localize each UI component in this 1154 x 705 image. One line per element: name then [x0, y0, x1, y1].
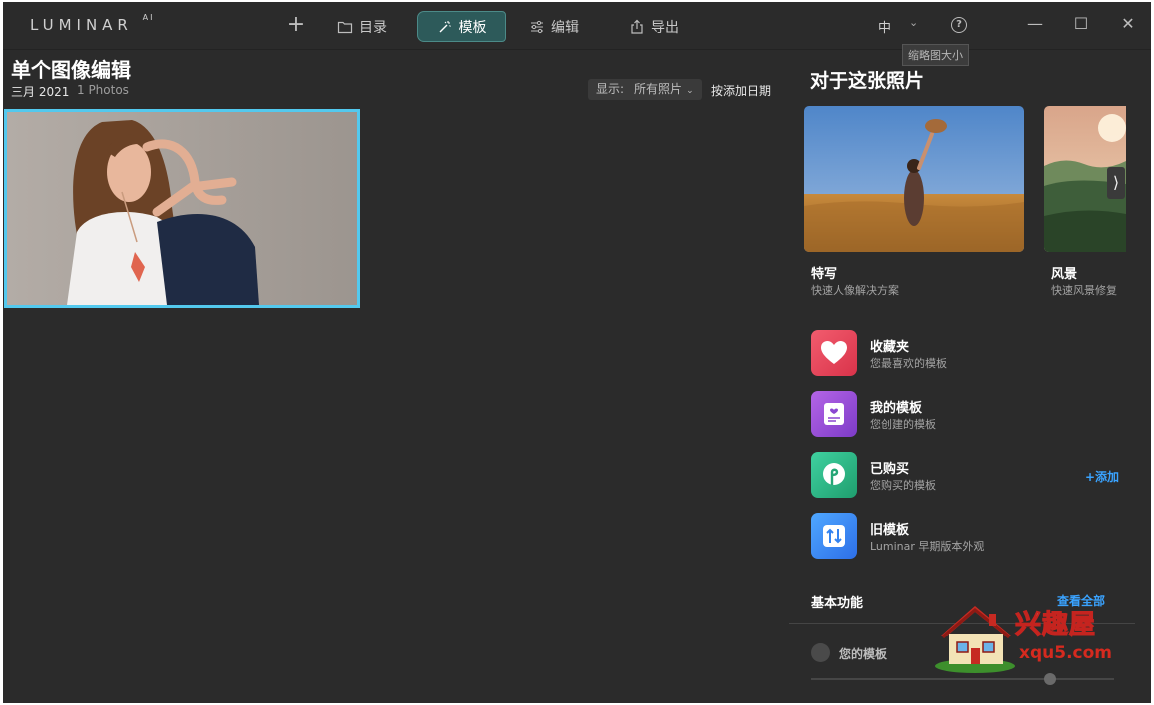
carousel-next-button[interactable]: ⟩ [1107, 167, 1125, 199]
house-icon [935, 606, 1015, 673]
tab-templates-label: 模板 [458, 19, 487, 36]
watermark-logo: 兴趣屋 xqu5.com [933, 600, 1113, 674]
swap-icon [823, 525, 845, 547]
chevron-down-icon[interactable]: ⌄ [909, 16, 918, 29]
group-date: 三月 2021 [11, 85, 70, 99]
collection-my-templates[interactable]: 我的模板 您创建的模板 [811, 391, 1111, 437]
heart-icon [821, 341, 847, 364]
collection-favorites[interactable]: 收藏夹 您最喜欢的模板 [811, 330, 1111, 376]
sort-dropdown[interactable]: 按添加日期 [711, 82, 771, 99]
filter-value: 所有照片 [634, 82, 683, 96]
amount-slider-handle[interactable] [1044, 673, 1056, 685]
favorites-tile [811, 330, 857, 376]
add-purchased-link[interactable]: +添加 [1085, 468, 1119, 485]
panel-title: 对于这张照片 [810, 70, 925, 92]
minimize-button[interactable]: — [1025, 14, 1045, 34]
portrait-preview-image [804, 106, 1024, 252]
collection-purchased[interactable]: 已购买 您购买的模板 [811, 452, 1111, 498]
filter-label: 显示: [596, 82, 625, 96]
tab-catalog-label: 目录 [359, 19, 387, 36]
collection-sub: 您最喜欢的模板 [870, 357, 947, 370]
collection-name: 已购买 [870, 462, 910, 477]
your-templates-radio[interactable] [811, 643, 830, 662]
amount-slider-track[interactable] [811, 678, 1114, 680]
store-icon [823, 463, 845, 485]
tab-edit-label: 编辑 [551, 19, 579, 36]
essentials-section-title: 基本功能 [811, 596, 864, 611]
collection-name: 我的模板 [870, 401, 923, 416]
your-templates-label: 您的模板 [839, 647, 888, 661]
show-filter-dropdown[interactable]: 显示: 所有照片 ⌄ [588, 79, 702, 100]
tab-catalog[interactable]: 目录 [327, 11, 397, 42]
help-icon[interactable]: ? [951, 17, 967, 33]
top-bar: LUMINAR AI + 目录 模板 编辑 导出 中 ⌄ ? — ☐ ✕ [3, 2, 1151, 50]
watermark-url: xqu5.com [1019, 643, 1112, 663]
my-templates-tile [811, 391, 857, 437]
close-button[interactable]: ✕ [1118, 14, 1138, 34]
share-icon [631, 19, 643, 34]
magic-wand-icon [439, 20, 451, 32]
app-logo: LUMINAR AI [30, 13, 155, 34]
purchased-tile [811, 452, 857, 498]
template-card-portrait[interactable] [804, 106, 1024, 252]
collection-name: 旧模板 [870, 523, 910, 538]
template-card-icon [824, 403, 844, 425]
chevron-down-icon: ⌄ [686, 86, 694, 96]
collection-sub: Luminar 早期版本外观 [870, 540, 985, 553]
watermark-text: 兴趣屋 [1014, 609, 1097, 640]
photo-count: 1 Photos [77, 83, 129, 97]
tab-export[interactable]: 导出 [619, 11, 689, 42]
folder-icon [337, 21, 353, 33]
thumbnail-size-tooltip: 缩略图大小 [902, 44, 969, 66]
legacy-tile [811, 513, 857, 559]
collection-legacy[interactable]: 旧模板 Luminar 早期版本外观 [811, 513, 1111, 559]
sliders-icon [531, 20, 543, 33]
maximize-button[interactable]: ☐ [1071, 14, 1091, 34]
card-landscape-name: 风景 [1051, 267, 1078, 282]
luminar-app-window: LUMINAR AI + 目录 模板 编辑 导出 中 ⌄ ? — ☐ ✕ 缩略图… [3, 2, 1151, 703]
tab-export-label: 导出 [651, 19, 679, 36]
card-portrait-name: 特写 [811, 267, 838, 282]
card-portrait-sub: 快速人像解决方案 [811, 284, 899, 297]
add-photos-button[interactable]: + [285, 14, 307, 36]
language-selector[interactable]: 中 [878, 17, 891, 36]
tab-edit[interactable]: 编辑 [519, 11, 589, 42]
collection-sub: 您创建的模板 [870, 418, 936, 431]
tab-templates[interactable]: 模板 [417, 11, 506, 42]
collection-name: 收藏夹 [870, 340, 910, 355]
photo-thumbnail-selected[interactable] [4, 109, 360, 308]
collection-sub: 您购买的模板 [870, 479, 936, 492]
portrait-photo [7, 112, 357, 305]
page-title: 单个图像编辑 [11, 58, 131, 82]
card-landscape-sub: 快速风景修复 [1051, 284, 1117, 297]
